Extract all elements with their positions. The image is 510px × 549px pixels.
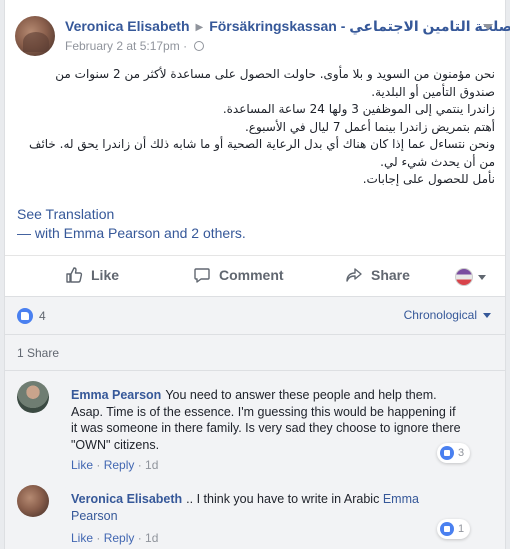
dropdown-arrow-icon (478, 274, 486, 280)
thumbs-up-icon (66, 267, 83, 283)
chevron-down-icon[interactable] (483, 24, 493, 30)
target-page-link[interactable]: Försäkringskassan - مصلحة التامين الاجتم… (209, 18, 510, 34)
comment-likes-count: 1 (458, 523, 465, 535)
comment-label: Comment (219, 267, 284, 283)
commenter-name[interactable]: Emma Pearson (71, 388, 161, 402)
post-body: نحن مؤمنون من السويد و بلا مأوى. حاولت ا… (17, 66, 495, 189)
comment-order-dropdown[interactable]: Chronological (404, 308, 491, 322)
comment-likes-badge[interactable]: 3 (437, 443, 471, 463)
arrow-right-icon: ▶ (195, 22, 204, 33)
post-line: نحن مؤمنون من السويد و بلا مأوى. حاولت ا… (55, 67, 495, 99)
thumbs-up-icon (440, 446, 454, 460)
comment-text: .. I think you have to write in Arabic (186, 492, 380, 506)
comment-likes-count: 3 (458, 447, 465, 459)
author-name[interactable]: Veronica Elisabeth (65, 18, 190, 34)
comment-bubble: Emma Pearson You need to answer these peo… (59, 379, 473, 461)
comment-like-link[interactable]: Like (71, 458, 93, 472)
like-button[interactable]: Like (65, 266, 119, 284)
share-label: Share (371, 267, 410, 283)
comment-age[interactable]: 1d (145, 458, 158, 472)
caret-down-icon (483, 312, 491, 318)
comment-like-link[interactable]: Like (71, 531, 93, 545)
commenter-avatar[interactable] (17, 485, 49, 517)
comment-item: Veronica Elisabeth .. I think you have to… (17, 483, 495, 549)
reactions-row: 4 Chronological (5, 297, 505, 335)
comment-order-label: Chronological (403, 308, 477, 322)
comment-item: Emma Pearson You need to answer these peo… (17, 379, 495, 475)
comment-reply-link[interactable]: Reply (104, 531, 135, 545)
post-meta: February 2 at 5:17pm · (65, 39, 205, 53)
commenter-avatar[interactable] (17, 381, 49, 413)
comment-reply-link[interactable]: Reply (104, 458, 135, 472)
post-title: Veronica Elisabeth ▶ Försäkringskassan - م… (65, 18, 510, 35)
reaction-audience-selector[interactable] (455, 268, 486, 286)
like-reaction-icon[interactable] (17, 308, 33, 324)
comment-icon (194, 268, 210, 283)
globe-icon[interactable] (194, 41, 205, 51)
post-line: نأمل للحصول على إجابات. (362, 172, 495, 186)
comment-meta: Like · Reply · 1d (71, 531, 159, 545)
comment-likes-badge[interactable]: 1 (437, 519, 471, 539)
author-avatar[interactable] (15, 16, 55, 56)
post-timestamp[interactable]: February 2 at 5:17pm (65, 39, 180, 53)
post-line: ونحن نتساءل عما إذا كان هناك أي بدل الرع… (29, 137, 495, 169)
reaction-count[interactable]: 4 (39, 309, 46, 323)
post-header: Veronica Elisabeth ▶ Försäkringskassan - م… (15, 12, 510, 58)
tagged-people[interactable]: — with Emma Pearson and 2 others. (17, 225, 246, 241)
see-translation-link[interactable]: See Translation (17, 206, 114, 222)
thumbs-up-icon (440, 522, 454, 536)
post-card: Veronica Elisabeth ▶ Försäkringskassan - م… (4, 0, 510, 549)
share-icon (346, 268, 362, 282)
comment-age[interactable]: 1d (145, 531, 158, 545)
comment-bubble: Veronica Elisabeth .. I think you have to… (59, 483, 477, 532)
post-actions: Like Comment Share (5, 255, 505, 295)
commenter-name[interactable]: Veronica Elisabeth (71, 492, 182, 506)
like-label: Like (91, 267, 120, 283)
comments-section: 4 Chronological 1 Share Emma Pearson You … (5, 296, 505, 549)
post-line: أهتم بتمريض زاندرا بينما أعمل 7 ليال في … (244, 119, 495, 134)
post-line: زاندرا ينتمي إلى الموظفين 3 ولها 24 ساعة… (222, 102, 495, 116)
comment-meta: Like · Reply · 1d (71, 458, 159, 472)
shares-row: 1 Share (5, 335, 505, 371)
profile-flag-icon (455, 268, 473, 286)
share-button[interactable]: Share (345, 266, 410, 284)
share-count-link[interactable]: 1 Share (17, 346, 59, 360)
